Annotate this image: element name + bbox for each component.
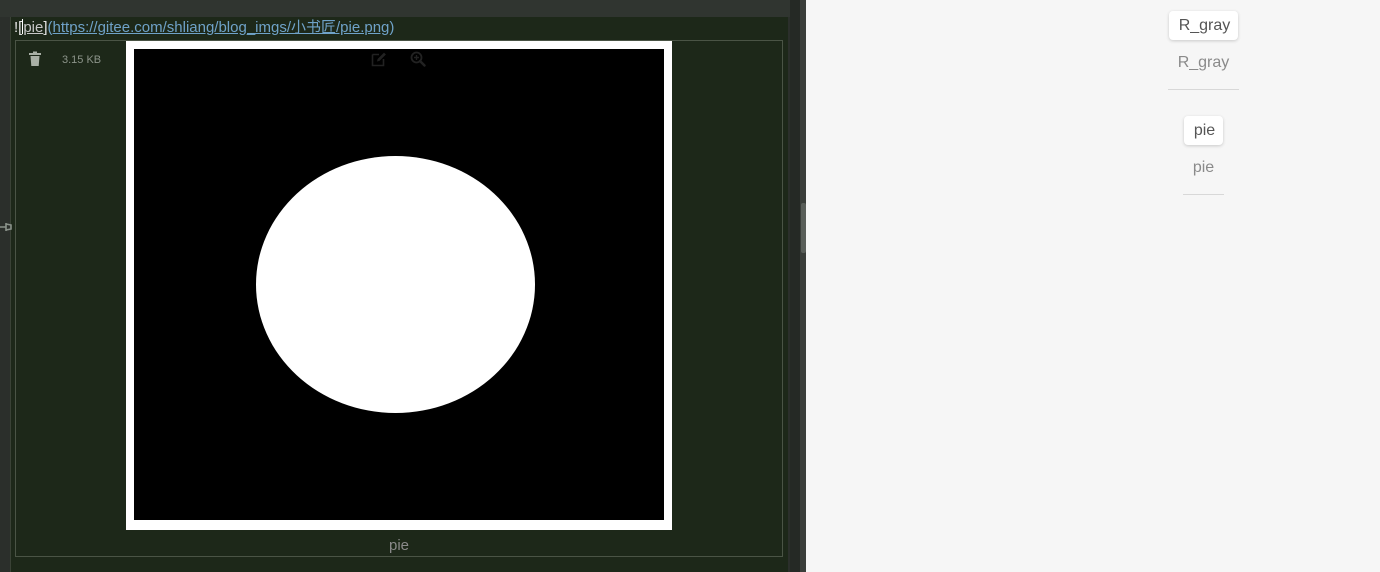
thumbnail-r-gray[interactable]: R_gray <box>1169 11 1238 40</box>
image-caption: pie <box>388 537 410 554</box>
editor-top-strip <box>0 0 790 17</box>
edit-icon[interactable] <box>371 51 387 67</box>
md-image-url[interactable]: https://gitee.com/shliang/blog_imgs/小书匠/… <box>53 19 390 36</box>
md-close-paren: ) <box>389 19 395 36</box>
image-file-size: 3.15 KB <box>62 54 102 66</box>
thumbnail-label-r-gray[interactable]: R_gray <box>1168 54 1239 72</box>
trash-icon[interactable] <box>28 51 42 67</box>
pin-icon[interactable] <box>0 220 14 234</box>
thumbnail-alt-r-gray: R_gray <box>1178 16 1231 34</box>
preview-pane <box>806 0 1380 572</box>
thumbnail-divider <box>1183 194 1224 195</box>
md-alt-text: pie <box>23 19 44 36</box>
markdown-image-line[interactable]: ![pie](https://gitee.com/shliang/blog_im… <box>14 18 394 38</box>
pie-image-circle <box>256 156 535 413</box>
zoom-in-icon[interactable] <box>410 51 426 67</box>
thumbnail-label-pie[interactable]: pie <box>1183 159 1224 177</box>
thumbnail-alt-pie: pie <box>1193 121 1216 139</box>
editor-gutter <box>10 17 11 572</box>
thumbnail-divider <box>1168 89 1239 90</box>
thumbnail-pie[interactable]: pie <box>1184 116 1223 145</box>
